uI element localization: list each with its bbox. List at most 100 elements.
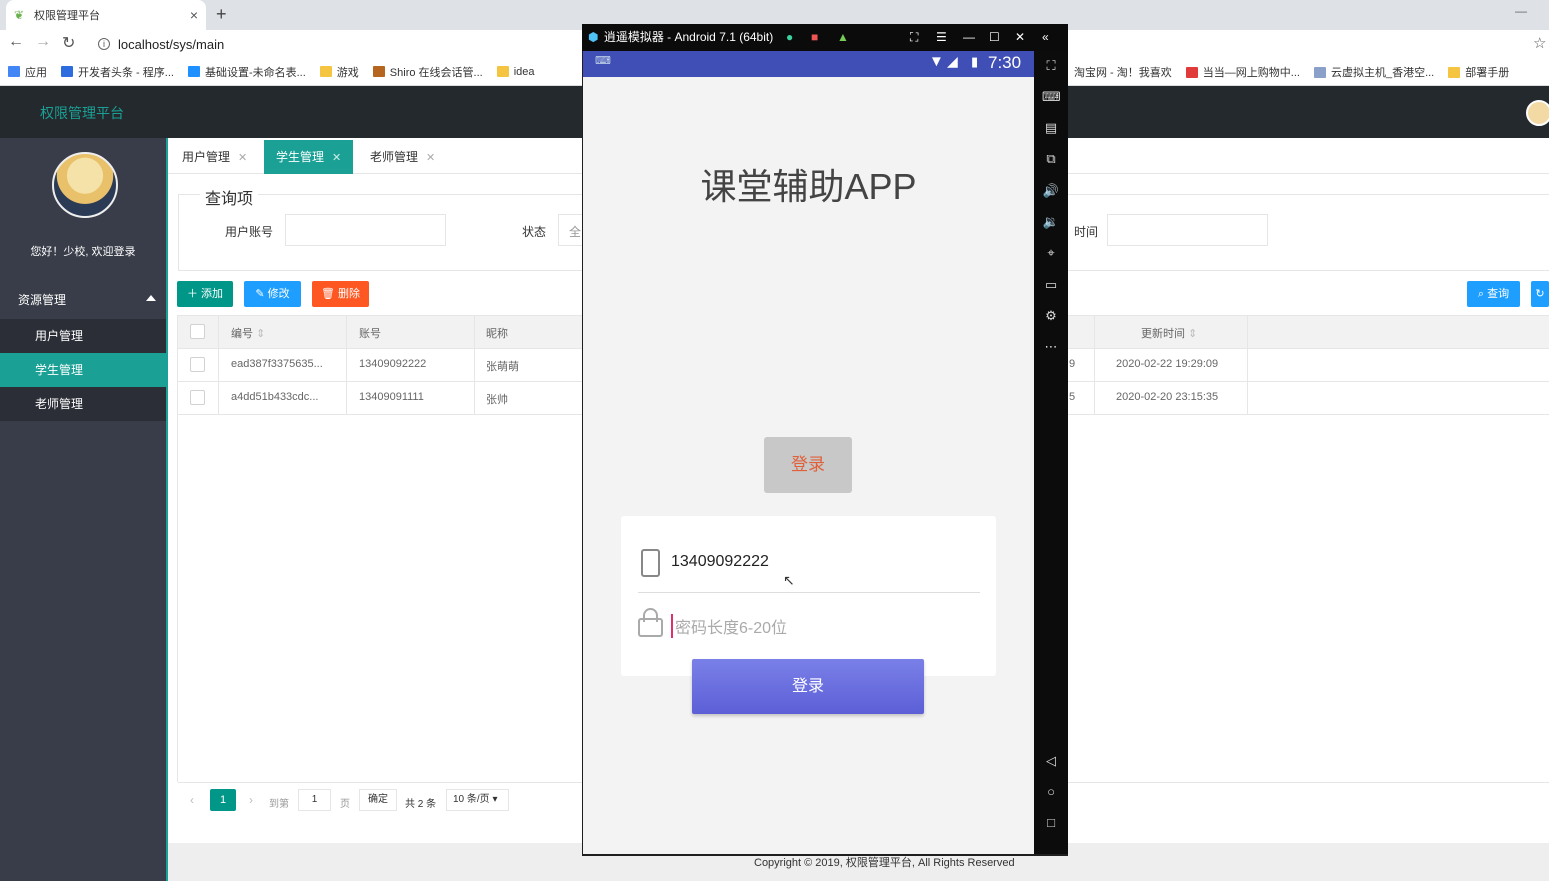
app-icon[interactable]: ▲ [837,24,849,51]
keyboard-icon[interactable]: ⌨ [1042,88,1061,106]
collapse-icon[interactable]: « [1042,24,1049,51]
browser-tab[interactable]: ❦ 权限管理平台 × [6,0,206,30]
divider [474,315,475,414]
info-icon[interactable]: i [98,38,110,50]
volume-down-icon[interactable]: 🔉 [1042,213,1060,231]
minimize-window-icon[interactable]: — [1515,4,1527,18]
volume-up-icon[interactable]: 🔊 [1042,182,1060,200]
bookmark-item[interactable]: Shiro 在线会话管... [372,64,483,80]
app-title: 权限管理平台 [40,105,124,121]
home-icon[interactable]: ○ [1042,783,1060,801]
goto-label: 到第 [269,799,289,810]
bookmark-icon [1313,66,1326,78]
sidebar-item-students[interactable]: 学生管理 [0,353,166,387]
page-suffix: 页 [340,799,350,810]
folder-icon [319,66,332,77]
bookmark-item[interactable]: 当当—网上购物中... [1185,64,1300,80]
browser-tab-title: 权限管理平台 [34,10,100,22]
account-label: 用户账号 [225,225,274,239]
app-icon[interactable]: ● [786,24,793,51]
keyboard-icon: ⌨ [595,55,611,67]
back-icon[interactable]: ← [8,33,24,51]
bookmark-folder[interactable]: idea [496,66,535,78]
folder-icon[interactable]: ▭ [1042,276,1060,294]
close-icon[interactable]: ✕ [426,152,435,164]
url-text: localhost/sys/main [118,36,225,52]
tab-users[interactable]: 用户管理 ✕ [170,140,259,174]
search-button[interactable]: ⌕ 查询 [1467,281,1520,307]
maximize-icon[interactable]: ☐ [989,24,1000,51]
minimize-icon[interactable]: — [963,24,975,51]
table-cell-nickname: 张萌萌 [486,361,519,373]
bookmark-folder[interactable]: 游戏 [319,64,359,80]
user-avatar[interactable] [1526,100,1549,126]
tab-students[interactable]: 学生管理 ✕ [264,140,354,174]
page-input[interactable]: 1 [298,789,331,811]
prev-page-icon[interactable]: ‹ [190,793,194,807]
android-status-bar: ⌨ ▼ ◢ ▮ 7:30 [583,51,1034,77]
divider [177,315,178,782]
row-checkbox[interactable] [190,390,205,405]
login-button[interactable]: 登录 [692,659,924,714]
phone-field[interactable]: 13409092222 [671,553,769,571]
bookmark-apps[interactable]: 应用 [8,64,47,80]
sidebar-item-teachers[interactable]: 老师管理 [0,387,166,421]
fullscreen-icon[interactable]: ⛶ [1042,57,1060,75]
back-icon[interactable]: ◁ [1042,752,1060,770]
login-card [621,516,996,676]
account-input[interactable] [285,214,446,246]
page-current[interactable]: 1 [210,789,236,811]
close-icon[interactable]: ✕ [238,152,247,164]
sort-icon: ⇕ [256,328,266,340]
total-count: 共 2 条 [405,799,437,810]
menu-group-resources[interactable]: 资源管理 [0,287,166,319]
header-id[interactable]: 编号 ⇕ [231,325,265,341]
mouse-cursor-icon: ↖ [783,572,795,588]
bookmark-item[interactable]: 开发者头条 - 程序... [61,64,174,80]
reload-icon[interactable]: ↻ [62,33,75,53]
close-icon[interactable]: ✕ [332,152,341,164]
bookmark-folder[interactable]: 部署手册 [1448,64,1509,80]
trash-icon: 🗑 [320,288,339,300]
more-icon[interactable]: ⋯ [1042,338,1060,356]
bookmark-item[interactable]: 基础设置-未命名表... [187,64,306,80]
edit-button[interactable]: ✎ 修改 [244,281,301,307]
emulator-logo-icon: ⬢ [588,30,599,44]
caret-up-icon [146,295,156,301]
clock: 7:30 [988,53,1022,72]
sidebar-item-users[interactable]: 用户管理 [0,319,166,353]
header-nickname: 昵称 [486,328,508,340]
add-button[interactable]: ＋ 添加 [177,281,233,307]
location-icon[interactable]: ⌖ [1042,244,1060,262]
delete-button[interactable]: 🗑 删除 [312,281,369,307]
menu-icon[interactable]: ☰ [936,24,947,51]
page-size-select[interactable]: 10 条/页 ▾ [446,789,509,811]
table-cell-account: 13409091111 [359,391,424,403]
row-checkbox[interactable] [190,357,205,372]
next-page-icon[interactable]: › [249,793,253,807]
recents-icon[interactable]: □ [1042,814,1060,832]
time-input[interactable] [1107,214,1268,246]
password-field[interactable]: 密码长度6-20位 [671,614,787,638]
bookmark-icon [1185,66,1198,78]
multi-window-icon[interactable]: ⧉ [1042,150,1060,168]
status-select[interactable]: 全 [558,214,584,246]
apk-icon[interactable]: ▤ [1042,119,1060,137]
confirm-button[interactable]: 确定 [359,789,397,811]
gear-icon[interactable]: ⚙ [1042,307,1060,325]
tab-teachers[interactable]: 老师管理 ✕ [358,140,447,174]
gray-login-button[interactable]: 登录 [764,437,852,493]
bookmark-item[interactable]: 云虚拟主机_香港空... [1313,64,1434,80]
forward-icon[interactable]: → [35,33,51,51]
bookmark-item[interactable]: 淘宝网 - 淘！我喜欢 [1074,64,1172,80]
close-icon[interactable]: ✕ [1015,24,1025,51]
refresh-button[interactable]: ↻ [1531,281,1549,307]
app-icon[interactable]: ■ [811,24,818,51]
battery-icon: ▮ [971,54,979,69]
header-updated[interactable]: 更新时间 ⇕ [1141,325,1197,341]
screenshot-icon[interactable]: ⛶ [910,24,918,51]
bookmark-star-icon[interactable]: ☆ [1533,34,1546,52]
select-all-checkbox[interactable] [190,324,205,339]
close-tab-icon[interactable]: × [190,7,198,23]
new-tab-button[interactable]: + [216,4,227,25]
